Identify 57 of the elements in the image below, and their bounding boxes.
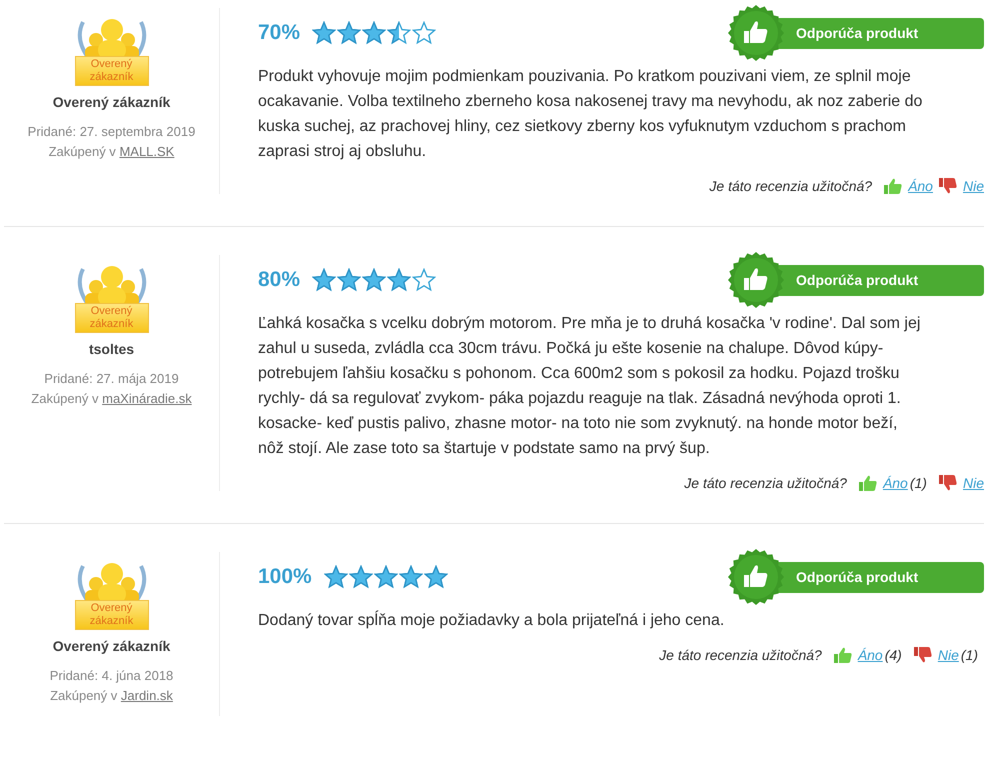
thumbs-down-icon[interactable]: [914, 647, 932, 663]
vote-no-link[interactable]: Nie: [962, 475, 984, 491]
purchased-at-label: Zakúpený v: [48, 144, 116, 159]
vote-yes-link[interactable]: Áno: [908, 178, 933, 194]
star-icon: [412, 21, 436, 45]
vote-yes-link[interactable]: Áno: [858, 647, 883, 663]
shop-link[interactable]: Jardin.sk: [120, 688, 173, 703]
reviewer-name: Overený zákazník: [52, 94, 170, 110]
star-icon: [362, 268, 386, 292]
purchased-at-label: Zakúpený v: [50, 688, 118, 703]
star-icon: [398, 565, 423, 589]
review-date: Pridané: 27. mája 2019: [43, 370, 180, 388]
star-icon: [324, 565, 348, 589]
yes-count: (1): [910, 475, 927, 491]
review-text: Produkt vyhovuje mojim podmienkam pouzivania. Po kratkom pouzivani viem, ze splnil moje ocakavanie. Volba textilneho zberneho kosa nakosenej travy ma nevyhodu, ak noz zaberie do kuska suchej, az prachovej hliny, cez sietkovy zberny kos vyfuknutym vzduchom s prachom zaprasi stroj aj obsluhu.: [258, 67, 924, 162]
vote-yes-link[interactable]: Áno: [882, 475, 908, 491]
star-icon: [387, 21, 412, 45]
rating-percent: 100%: [258, 565, 312, 589]
vote-no-link[interactable]: Nie: [938, 647, 959, 663]
review-date: Pridané: 27. septembra 2019: [28, 123, 196, 141]
thumbs-down-icon[interactable]: [938, 178, 957, 194]
reviewer-name: Overený zákazník: [52, 638, 170, 654]
reviewer-name: tsoltes: [88, 341, 134, 357]
review-text: Ľahká kosačka s vcelku dobrým motorom. Pre mňa je to druhá kosačka 'v rodine'. Dal som jej zahul u suseda, zvládla cca 30cm trávu. Počká ju ešte kosenie na chalupe. Dôvod kúpy- potrebujem ľahšiu kosačku s pohonom. Cca 600m2 som s pokosil za hodku. Pojazd trošku rychly- dá sa regulovať zvykom- páka pojazdu reaguje na tlak. Zásadná nevýhoda oproti 1. kosacke- keď pustis palivo, zhasne motor- na toto nie som zvyknutý. na honde motor beží, nôž stojí. Ale zase toto sa štartuje v podstate samo na prvý šup.: [258, 314, 922, 459]
star-icon: [387, 268, 412, 292]
review-text: Dodaný tovar spĺňa moje požiadavky a bola prijateľná i jeho cena.: [258, 610, 726, 631]
star-icon: [424, 565, 448, 589]
purchased-at-label: Zakúpený v: [31, 391, 98, 406]
thumbs-up-seal-icon: [728, 252, 784, 308]
helpful-question: Je táto recenzia užitočná?: [684, 475, 847, 491]
verified-badge-label: Overený zákazník: [74, 56, 148, 86]
thumbs-up-seal-icon: [728, 5, 784, 61]
star-icon: [362, 21, 386, 45]
thumbs-up-icon[interactable]: [884, 178, 902, 194]
rating-percent: 80%: [258, 268, 300, 292]
star-icon: [412, 268, 436, 292]
vote-no-link[interactable]: Nie: [962, 178, 984, 194]
star-icon: [337, 21, 362, 45]
helpful-question: Je táto recenzia užitočná?: [659, 647, 822, 663]
thumbs-up-icon[interactable]: [834, 647, 852, 663]
star-icon: [312, 268, 336, 292]
verified-badge-label: Overený zákazník: [74, 600, 148, 630]
thumbs-down-icon[interactable]: [938, 475, 957, 491]
thumbs-up-icon[interactable]: [858, 475, 877, 491]
rating-percent: 70%: [258, 21, 300, 45]
star-icon: [374, 565, 398, 589]
yes-count: (4): [884, 647, 902, 663]
shop-link[interactable]: maXináradie.sk: [102, 391, 192, 406]
star-icon: [312, 21, 336, 45]
thumbs-up-seal-icon: [728, 549, 784, 605]
review-date: Pridané: 4. júna 2018: [50, 667, 174, 685]
helpful-question: Je táto recenzia užitočná?: [709, 178, 872, 194]
no-count: (1): [960, 647, 978, 663]
star-icon: [337, 268, 362, 292]
star-icon: [348, 565, 373, 589]
verified-badge-label: Overený zákazník: [74, 303, 148, 333]
shop-link[interactable]: MALL.SK: [119, 144, 174, 159]
